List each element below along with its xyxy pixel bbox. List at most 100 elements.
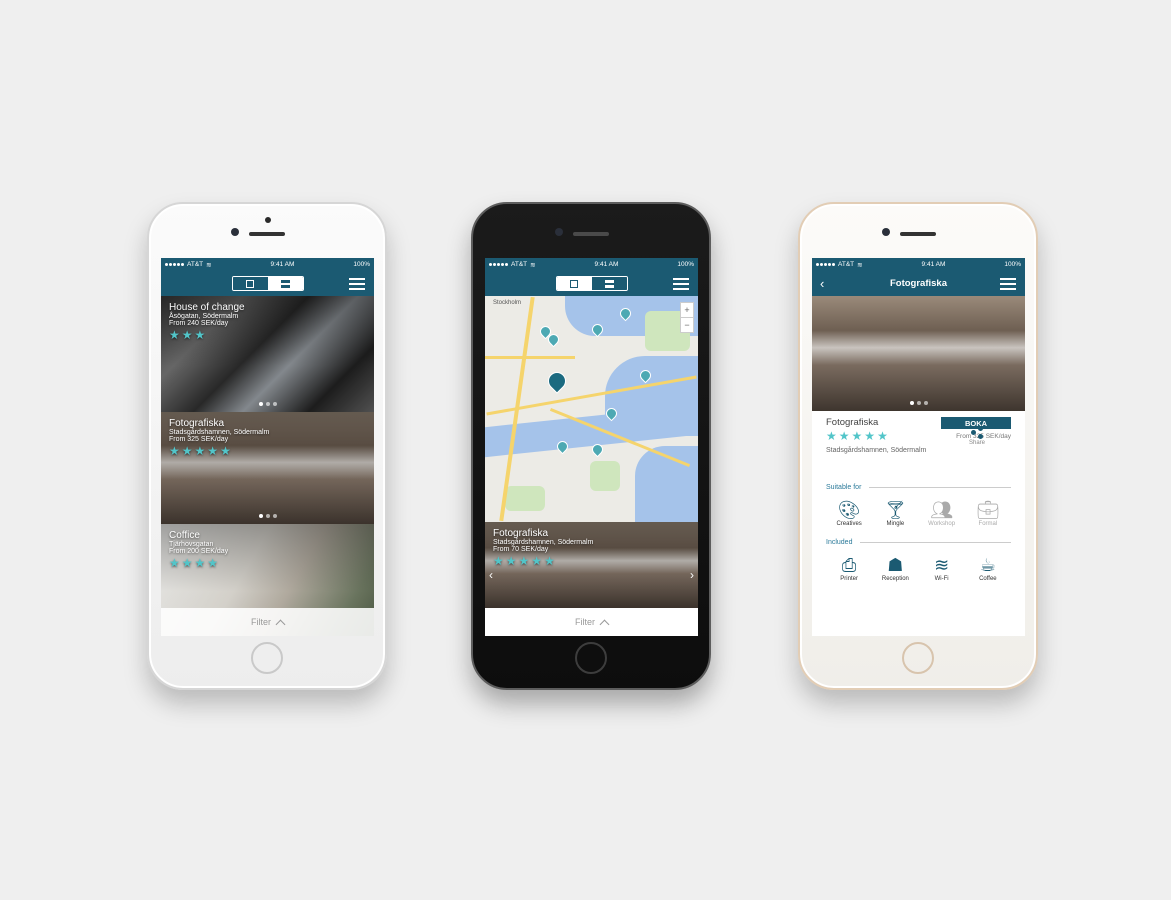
- share-button[interactable]: Share: [969, 426, 985, 446]
- photo-pager[interactable]: [909, 401, 928, 405]
- map-zoom-control[interactable]: + −: [680, 302, 694, 333]
- list-icon: [280, 279, 290, 288]
- cocktail-icon: 🍸︎: [883, 500, 907, 520]
- map-city-label: Stockholm: [493, 300, 522, 306]
- venue-address: Tjärhovsgatan: [169, 541, 214, 548]
- sensor: [231, 228, 239, 236]
- included-reception: ☗ Reception: [876, 554, 914, 582]
- share-icon: [970, 426, 983, 439]
- map[interactable]: Stockholm + −: [485, 296, 698, 522]
- star-icon: ★: [851, 429, 863, 443]
- chevron-up-icon: [599, 619, 610, 629]
- chevron-right-icon[interactable]: ›: [690, 568, 694, 582]
- rating-stars: ★ ★ ★ ★: [169, 557, 228, 569]
- photo-pager[interactable]: [258, 402, 277, 406]
- star-icon: ★: [169, 444, 180, 458]
- venue-name: Fotografiska: [169, 418, 225, 429]
- photo-pager[interactable]: [258, 514, 277, 518]
- list-icon: [604, 279, 614, 288]
- map-view-toggle[interactable]: [556, 277, 592, 290]
- star-icon: ★: [169, 328, 180, 342]
- hamburger-menu-icon[interactable]: [349, 278, 365, 290]
- chevron-left-icon[interactable]: ‹: [489, 568, 493, 582]
- chevron-left-icon[interactable]: ‹: [820, 277, 824, 290]
- venue-address: Stadsgårdshamnen, Södermalm: [169, 429, 270, 436]
- included-printer: ⎙ Printer: [830, 554, 868, 582]
- suitable-for-section: Suitable for: [826, 484, 1011, 491]
- home-button[interactable]: [902, 642, 934, 674]
- battery: 100%: [1004, 261, 1021, 268]
- filter-button[interactable]: Filter: [485, 608, 698, 636]
- star-icon: ★: [194, 328, 206, 342]
- earpiece-speaker: [573, 232, 609, 236]
- suitable-formal: 💼︎ Formal: [969, 499, 1007, 527]
- signal-icon: [165, 263, 184, 266]
- home-button[interactable]: [575, 642, 607, 674]
- venue-name: Fotografiska: [826, 417, 879, 428]
- star-icon: ★: [194, 556, 206, 570]
- rating-stars: ★ ★ ★ ★ ★: [493, 555, 593, 567]
- zoom-in-button[interactable]: +: [681, 303, 693, 317]
- wifi-icon: ≋: [530, 261, 536, 269]
- suitable-creatives: 🎨︎ Creatives: [830, 499, 868, 527]
- front-camera: [555, 228, 563, 236]
- people-icon: 👥︎: [930, 500, 954, 520]
- venue-address: Stadsgårdshamnen, Södermalm: [826, 447, 927, 454]
- phone-gold: AT&T ≋ 9:41 AM 100% ‹ Fotografiska Fotog…: [798, 202, 1038, 690]
- carrier: AT&T: [838, 261, 855, 268]
- map-icon: [570, 279, 578, 288]
- star-icon: ★: [493, 554, 504, 568]
- clock: 9:41 AM: [270, 261, 295, 268]
- star-icon: ★: [220, 444, 231, 458]
- venue-photo[interactable]: [812, 296, 1025, 411]
- venue-price: From 240 SEK/day: [169, 320, 229, 327]
- view-toggle[interactable]: [231, 276, 304, 291]
- venue-name: Fotografiska: [493, 528, 549, 539]
- map-view-toggle[interactable]: [232, 277, 268, 290]
- list-view-toggle[interactable]: [591, 277, 627, 290]
- zoom-out-button[interactable]: −: [681, 317, 693, 332]
- filter-label: Filter: [251, 617, 271, 627]
- phone-white: AT&T ≋ 9:41 AM 100% House of change Åsög…: [147, 202, 387, 690]
- venue-address: Stadsgårdshamnen, Södermalm: [493, 539, 594, 546]
- front-camera: [882, 228, 890, 236]
- suitable-workshop: 👥︎ Workshop: [923, 499, 961, 527]
- battery: 100%: [677, 261, 694, 268]
- list-view-toggle[interactable]: [267, 277, 303, 290]
- star-icon: ★: [181, 556, 193, 570]
- reception-icon: ☗: [887, 555, 904, 575]
- star-icon: ★: [207, 444, 219, 458]
- home-button[interactable]: [251, 642, 283, 674]
- star-icon: ★: [826, 429, 837, 443]
- status-bar: AT&T ≋ 9:41 AM 100%: [812, 258, 1025, 271]
- rating-stars: ★ ★ ★: [169, 329, 245, 341]
- view-toggle[interactable]: [555, 276, 628, 291]
- filter-label: Filter: [575, 617, 595, 627]
- venue-card[interactable]: House of change Åsögatan, Södermalm From…: [161, 296, 374, 412]
- section-title: Suitable for: [826, 484, 862, 491]
- venue-card[interactable]: Fotografiska Stadsgårdshamnen, Södermalm…: [161, 412, 374, 524]
- hamburger-menu-icon[interactable]: [1000, 278, 1016, 290]
- earpiece-speaker: [900, 232, 936, 236]
- list-screen: AT&T ≋ 9:41 AM 100% House of change Åsög…: [161, 258, 374, 636]
- rating-stars: ★ ★ ★ ★ ★: [826, 430, 888, 442]
- selected-map-pin-icon[interactable]: [544, 368, 570, 394]
- star-icon: ★: [518, 554, 530, 568]
- phone-black: AT&T ≋ 9:41 AM 100% Stockholm + − Fotogr…: [471, 202, 711, 690]
- star-icon: ★: [877, 429, 888, 443]
- included-section: Included: [826, 539, 1011, 546]
- filter-button[interactable]: Filter: [161, 608, 374, 636]
- chevron-up-icon: [275, 619, 286, 629]
- signal-icon: [816, 263, 835, 266]
- page-title: Fotografiska: [889, 278, 947, 289]
- included-icons: ⎙ Printer ☗ Reception ≋ Wi-Fi ☕︎ Coffee: [826, 554, 1011, 582]
- status-bar: AT&T ≋ 9:41 AM 100%: [161, 258, 374, 271]
- venue-address: Åsögatan, Södermalm: [169, 313, 239, 320]
- hamburger-menu-icon[interactable]: [673, 278, 689, 290]
- star-icon: ★: [531, 554, 543, 568]
- selected-venue-card[interactable]: Fotografiska Stadsgårdshamnen, Södermalm…: [485, 522, 698, 608]
- wifi-icon: ≋: [934, 555, 950, 575]
- front-camera: [265, 217, 271, 223]
- battery: 100%: [353, 261, 370, 268]
- nav-bar: [161, 271, 374, 296]
